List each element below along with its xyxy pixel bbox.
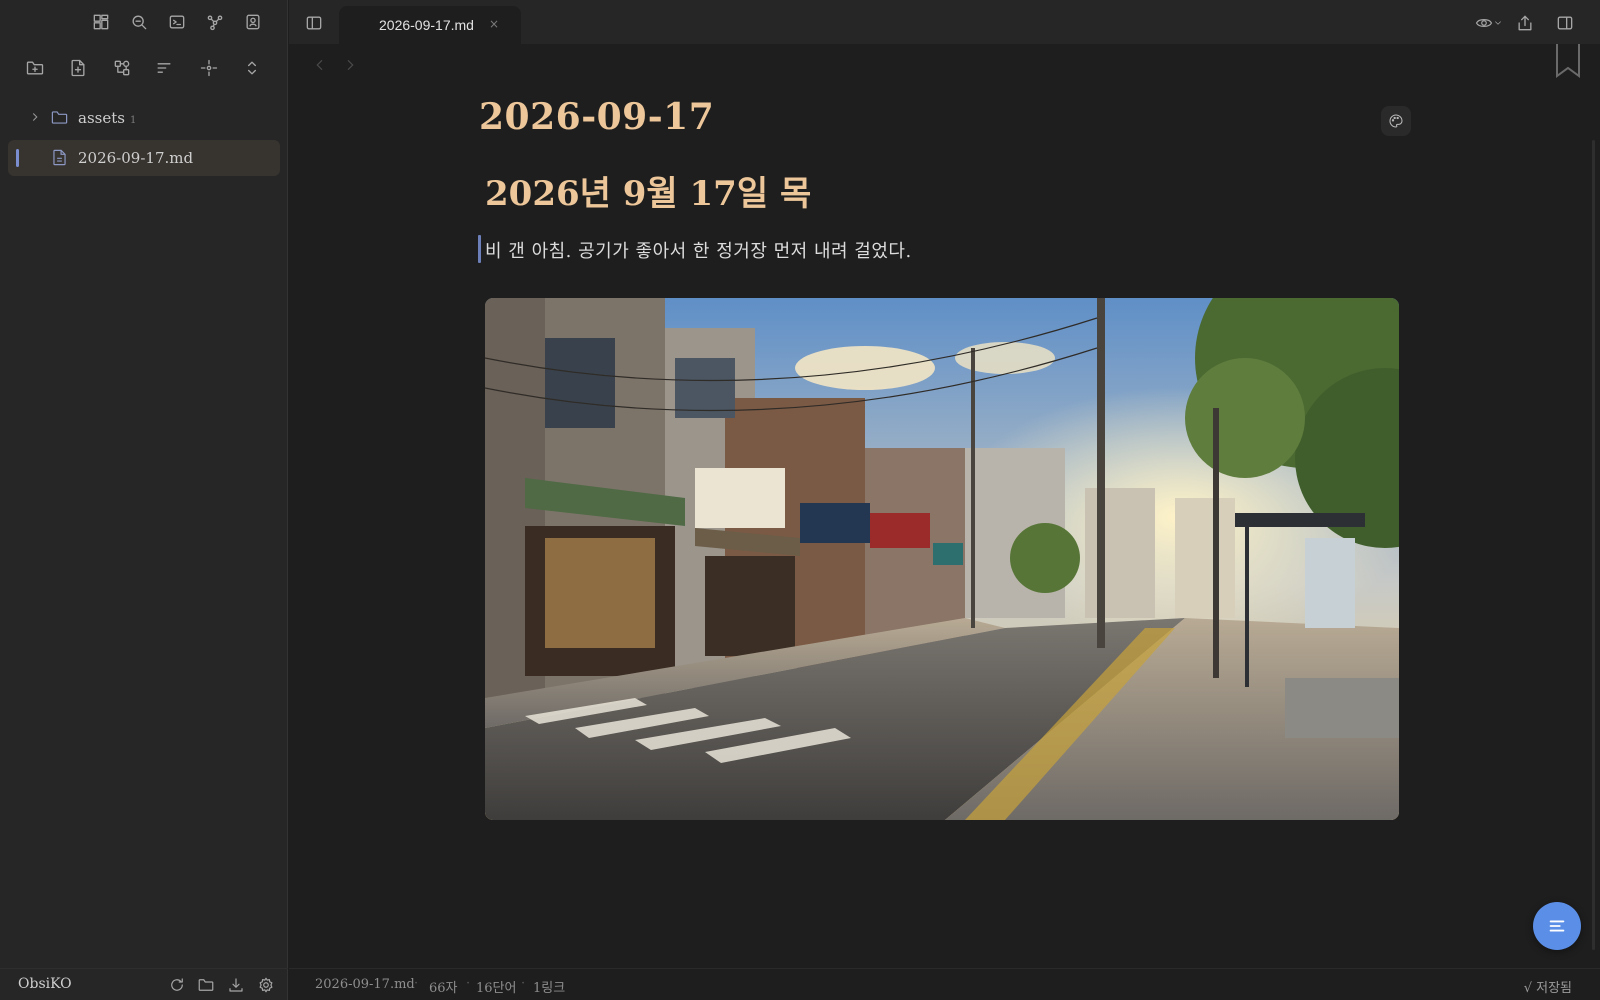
- toggle-sidebar-icon[interactable]: [302, 11, 326, 35]
- list-icon: [1549, 920, 1565, 932]
- note-title[interactable]: 2026-09-17: [479, 96, 714, 138]
- scrollbar-thumb[interactable]: [1592, 140, 1595, 950]
- dashboard-icon[interactable]: [89, 10, 113, 34]
- tree-item-label: assets: [78, 109, 125, 127]
- collapse-icon[interactable]: [240, 56, 264, 80]
- download-icon[interactable]: [225, 974, 247, 996]
- tree-item-assets-folder[interactable]: assets 1: [8, 100, 280, 136]
- tab-active-note[interactable]: 2026-09-17.md ×: [339, 6, 521, 44]
- note-heading[interactable]: 2026년 9월 17일 목: [485, 166, 811, 215]
- terminal-icon[interactable]: [165, 10, 189, 34]
- status-saved: √ 저장됨: [1523, 981, 1572, 996]
- new-note-icon[interactable]: [66, 56, 90, 80]
- tab-bar: 2026-09-17.md ×: [289, 0, 1600, 44]
- reading-view-icon[interactable]: [1471, 11, 1507, 35]
- outline-floating-button[interactable]: [1533, 902, 1581, 950]
- status-word-count: 16단어: [476, 981, 517, 996]
- status-separator: ·: [414, 976, 419, 991]
- note-editor[interactable]: 2026-09-17 2026년 9월 17일 목 비 갠 아침. 공기가 좋아…: [289, 44, 1600, 968]
- search-icon[interactable]: [127, 10, 151, 34]
- cursor-line-indicator: [478, 235, 481, 263]
- tree-item-active-note[interactable]: 2026-09-17.md: [8, 140, 280, 176]
- status-separator: ·: [521, 976, 526, 991]
- note-paragraph[interactable]: 비 갠 아침. 공기가 좋아서 한 정거장 먼저 내려 걸었다.: [485, 237, 912, 263]
- contact-icon[interactable]: [241, 10, 265, 34]
- document-icon: [50, 148, 70, 168]
- sidebar-footer: ObsiKO: [0, 968, 288, 1000]
- sync-icon[interactable]: [166, 974, 188, 996]
- editor-scrollbar[interactable]: [1592, 140, 1598, 950]
- main-workspace: 2026-09-17.md × 2026-09-17 2026년 9월 17일 …: [289, 0, 1600, 1000]
- file-explorer-actions: [0, 52, 288, 84]
- status-filename: 2026-09-17.md: [315, 977, 415, 992]
- street-photo[interactable]: [485, 298, 1399, 820]
- canvas-icon[interactable]: [110, 56, 134, 80]
- chevron-right-icon[interactable]: [28, 110, 44, 126]
- status-link-count: 1링크: [533, 981, 566, 996]
- share-icon[interactable]: [1513, 11, 1537, 35]
- settings-gear-icon[interactable]: [255, 974, 277, 996]
- active-indicator: [16, 149, 19, 167]
- palette-icon[interactable]: [1381, 106, 1411, 136]
- left-sidebar: assets 1 2026-09-17.md ObsiKO: [0, 0, 288, 1000]
- graph-icon[interactable]: [203, 10, 227, 34]
- tree-item-count: 1: [129, 115, 137, 126]
- chevron-down-icon: [1495, 21, 1501, 25]
- focus-icon[interactable]: [197, 56, 221, 80]
- tab-title: 2026-09-17.md: [379, 17, 474, 33]
- folder-open-icon[interactable]: [195, 974, 217, 996]
- vault-name[interactable]: ObsiKO: [18, 976, 72, 992]
- new-folder-icon[interactable]: [23, 56, 47, 80]
- toggle-right-sidebar-icon[interactable]: [1553, 11, 1577, 35]
- status-bar: 2026-09-17.md · 66자 · 16단어 · 1링크 √ 저장됨: [289, 968, 1600, 1000]
- status-separator: ·: [466, 976, 471, 991]
- folder-icon: [50, 108, 70, 128]
- file-tree: assets 1 2026-09-17.md: [8, 100, 280, 176]
- tree-item-label: 2026-09-17.md: [78, 149, 194, 167]
- tab-close-icon[interactable]: ×: [489, 17, 499, 31]
- sort-icon[interactable]: [152, 56, 176, 80]
- status-char-count: 66자: [429, 981, 458, 996]
- sidebar-ribbon: [0, 0, 288, 44]
